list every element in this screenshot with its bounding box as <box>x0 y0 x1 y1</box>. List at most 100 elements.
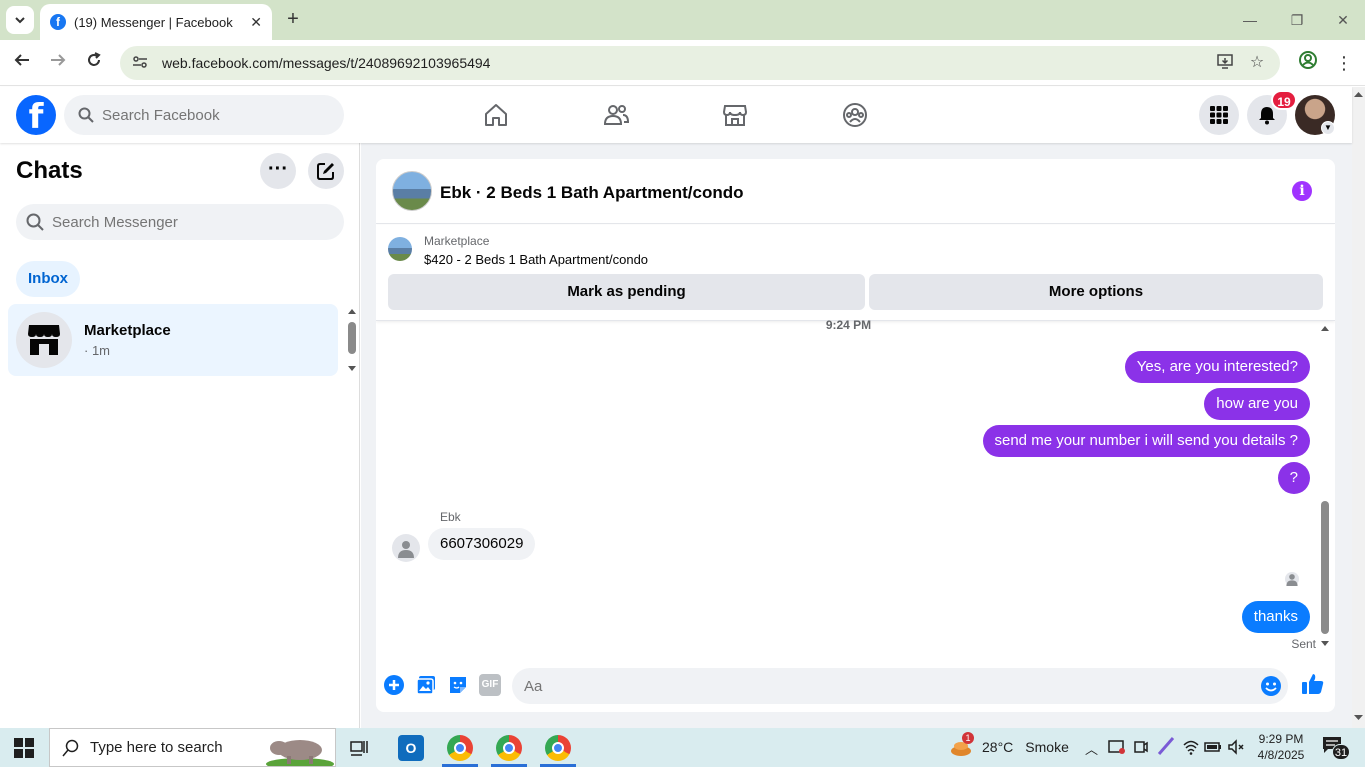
incoming-message[interactable]: 6607306029 <box>428 528 536 560</box>
wifi-icon[interactable] <box>1182 738 1200 756</box>
arrow-right-icon <box>51 54 66 66</box>
composer-box[interactable] <box>512 668 1288 704</box>
back-button[interactable] <box>9 50 35 76</box>
notification-count-badge: 31 <box>1332 744 1350 760</box>
marketplace-store-icon <box>28 325 60 355</box>
messenger-search-input[interactable] <box>52 213 344 231</box>
photo-icon[interactable] <box>415 674 437 696</box>
url-text: web.facebook.com/messages/t/240896921039… <box>162 55 491 71</box>
taskbar-search[interactable]: Type here to search <box>49 728 336 767</box>
listing-avatar[interactable] <box>392 171 432 211</box>
facebook-favicon-icon: f <box>50 14 66 30</box>
marketplace-listing-bar: Marketplace $420 - 2 Beds 1 Bath Apartme… <box>376 225 1335 321</box>
chats-title: Chats <box>16 157 83 184</box>
messenger-search[interactable] <box>16 204 344 240</box>
message-timestamp: 9:24 PM <box>825 318 872 332</box>
inbox-tab[interactable]: Inbox <box>16 261 80 297</box>
install-app-icon[interactable] <box>1214 52 1236 74</box>
search-icon <box>62 739 79 756</box>
listing-title[interactable]: $420 - 2 Beds 1 Bath Apartment/condo <box>424 252 648 267</box>
outgoing-message[interactable]: ? <box>1277 462 1310 494</box>
chrome-profile-1-icon[interactable] <box>447 735 473 761</box>
reload-icon <box>88 52 101 66</box>
listing-thumbnail[interactable] <box>388 237 412 261</box>
conversation-title[interactable]: Ebk · 2 Beds 1 Bath Apartment/condo <box>440 183 744 203</box>
notification-center-button[interactable]: 31 <box>1322 736 1350 760</box>
windows-taskbar: Type here to search O 1 28°C Smoke ︿ 9:2… <box>0 728 1365 767</box>
profile-icon[interactable] <box>1295 50 1321 76</box>
chrome-profile-3-icon[interactable] <box>545 735 571 761</box>
new-message-button[interactable] <box>308 153 344 189</box>
home-icon[interactable] <box>482 101 510 129</box>
new-tab-button[interactable]: + <box>282 8 304 30</box>
tab-search-button[interactable] <box>6 6 34 34</box>
facebook-logo[interactable]: f <box>16 95 56 135</box>
facebook-search[interactable] <box>64 95 344 135</box>
conversation-header: Ebk · 2 Beds 1 Bath Apartment/condo i <box>376 159 1335 224</box>
friends-icon[interactable] <box>602 101 630 129</box>
grid-icon <box>1210 106 1228 124</box>
chrome-profile-2-icon[interactable] <box>496 735 522 761</box>
thumbs-up-icon[interactable] <box>1301 672 1325 696</box>
mark-as-pending-button[interactable]: Mark as pending <box>388 274 865 310</box>
outlook-icon[interactable]: O <box>398 735 424 761</box>
marketplace-label: Marketplace <box>424 234 490 248</box>
battery-icon[interactable] <box>1204 738 1222 756</box>
marketplace-icon[interactable] <box>721 101 749 129</box>
chat-item-name: Marketplace <box>84 322 171 339</box>
chat-item-marketplace[interactable]: Marketplace · 1m <box>8 304 338 376</box>
system-clock[interactable]: 9:29 PM 4/8/2025 <box>1248 731 1314 763</box>
minimize-button[interactable]: — <box>1238 8 1262 32</box>
address-bar[interactable]: web.facebook.com/messages/t/240896921039… <box>120 46 1280 80</box>
outgoing-message[interactable]: send me your number i will send you deta… <box>982 425 1310 457</box>
search-highlight-image <box>266 739 334 766</box>
menu-grid-button[interactable] <box>1199 95 1239 135</box>
restore-button[interactable]: ❐ <box>1285 8 1309 32</box>
browser-menu-icon[interactable]: ⋮ <box>1331 50 1357 76</box>
search-icon <box>78 107 94 123</box>
tab-title: (19) Messenger | Facebook <box>74 14 233 30</box>
more-options-button[interactable]: More options <box>869 274 1323 310</box>
sticker-icon[interactable] <box>447 674 469 696</box>
chevron-up-icon[interactable]: ︿ <box>1085 739 1098 758</box>
facebook-search-input[interactable] <box>102 106 344 124</box>
close-tab-icon[interactable]: ✕ <box>250 14 262 31</box>
weather-icon: 1 <box>950 732 974 758</box>
pen-tray-icon[interactable] <box>1156 734 1176 758</box>
chats-more-button[interactable]: ··· <box>260 153 296 189</box>
weather-widget[interactable]: 1 28°C Smoke <box>950 732 1069 758</box>
plus-circle-icon[interactable] <box>383 674 405 696</box>
conversation-scrollbar[interactable] <box>1319 324 1331 649</box>
chats-panel: Chats ··· Inbox Marketplace · 1m <box>0 143 360 728</box>
taskbar-search-placeholder: Type here to search <box>90 739 223 756</box>
reload-button[interactable] <box>81 50 107 76</box>
meet-now-icon[interactable] <box>1134 738 1148 756</box>
chats-scrollbar[interactable] <box>347 308 357 373</box>
clock-time: 9:29 PM <box>1258 732 1304 746</box>
search-icon <box>26 213 44 231</box>
browser-tab-messenger[interactable]: f (19) Messenger | Facebook ✕ <box>40 4 272 40</box>
user-silhouette-icon <box>398 541 414 558</box>
outgoing-message-latest[interactable]: thanks <box>1241 601 1310 633</box>
forward-button[interactable] <box>45 50 71 76</box>
page-scrollbar[interactable] <box>1352 87 1365 728</box>
gif-icon[interactable]: GIF <box>479 674 501 696</box>
windows-start-icon[interactable] <box>14 738 34 758</box>
sender-avatar[interactable] <box>392 534 420 562</box>
device-tray-icon[interactable] <box>1108 738 1126 756</box>
volume-muted-icon[interactable] <box>1227 738 1245 756</box>
task-view-icon[interactable] <box>350 738 370 758</box>
site-info-icon[interactable] <box>132 54 150 72</box>
compose-icon <box>317 163 334 180</box>
message-composer: GIF <box>376 662 1335 712</box>
message-input[interactable] <box>524 677 1260 695</box>
info-icon[interactable]: i <box>1292 181 1312 201</box>
bookmark-star-icon[interactable]: ☆ <box>1246 52 1268 74</box>
emoji-icon[interactable] <box>1260 675 1282 697</box>
close-window-button[interactable]: ✕ <box>1331 8 1355 32</box>
account-chevron-icon[interactable]: ▼ <box>1321 121 1335 135</box>
outgoing-message[interactable]: Yes, are you interested? <box>1124 351 1310 383</box>
outgoing-message[interactable]: how are you <box>1204 388 1310 420</box>
groups-icon[interactable] <box>841 101 869 129</box>
clock-date: 4/8/2025 <box>1257 748 1305 762</box>
